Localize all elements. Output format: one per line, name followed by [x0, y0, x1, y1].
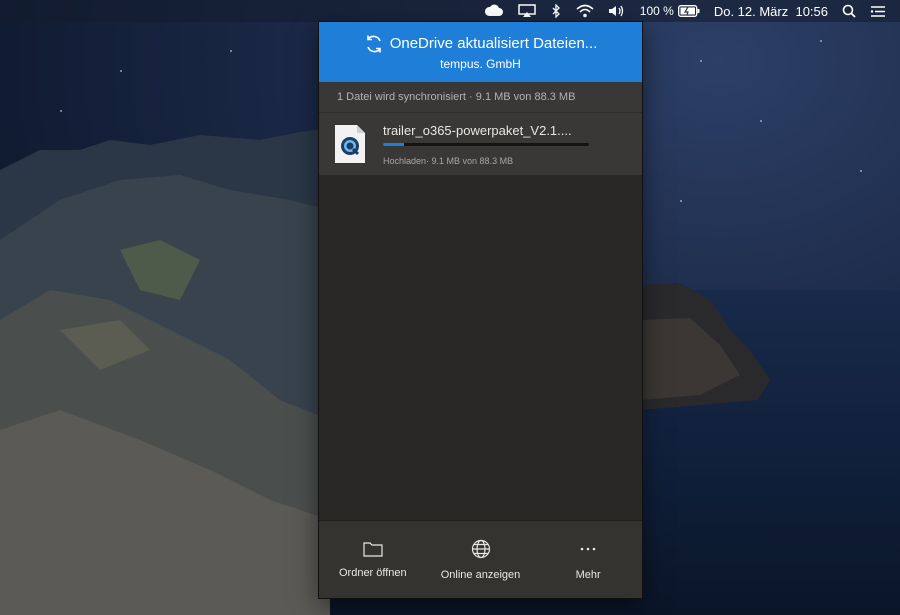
file-status: Hochladen· 9.1 MB von 88.3 MB [383, 156, 514, 166]
open-folder-label: Ordner öffnen [338, 566, 407, 579]
star [230, 50, 232, 52]
more-button[interactable]: Mehr [534, 521, 642, 598]
menu-bar: 100 % Do. 12. März 10:56 [0, 0, 900, 22]
star [120, 70, 122, 72]
open-folder-button[interactable]: Ordner öffnen [319, 521, 427, 598]
onedrive-activity-panel: OneDrive aktualisiert Dateien... tempus.… [319, 22, 642, 598]
sync-icon [366, 35, 381, 52]
desktop-mountain-right [640, 283, 770, 410]
file-name: trailer_o365-powerpaket_V2.1.... [383, 123, 572, 138]
battery-icon[interactable] [677, 5, 700, 17]
upload-progress-fill [383, 143, 405, 146]
star [860, 170, 862, 172]
sync-summary: 1 Datei wird synchronisiert · 9.1 MB von… [319, 82, 642, 112]
view-online-button[interactable]: Online anzeigen [427, 521, 535, 598]
more-dots-icon [580, 547, 596, 550]
star [700, 60, 702, 62]
wifi-icon[interactable] [576, 0, 594, 22]
search-icon[interactable] [842, 0, 856, 22]
folder-icon [363, 541, 383, 557]
bluetooth-icon[interactable] [550, 0, 562, 22]
view-online-label: Online anzeigen [440, 568, 521, 581]
file-list-item[interactable]: trailer_o365-powerpaket_V2.1.... Hochlad… [319, 112, 642, 175]
panel-footer: Ordner öffnen Online anzeigen Mehr [319, 520, 642, 598]
globe-icon [471, 539, 490, 558]
more-label: Mehr [575, 568, 601, 581]
upload-progress-bar [383, 143, 589, 146]
header-title: OneDrive aktualisiert Dateien... [389, 35, 598, 52]
battery-percentage: 100 % [639, 4, 674, 18]
star [60, 110, 62, 112]
star [820, 40, 822, 42]
onedrive-cloud-icon[interactable] [484, 0, 504, 22]
quicktime-file-icon [335, 125, 365, 163]
panel-header: OneDrive aktualisiert Dateien... tempus.… [319, 22, 642, 82]
header-subtitle: tempus. GmbH [440, 56, 521, 71]
activity-list-empty-area [319, 175, 642, 521]
control-center-icon[interactable] [870, 0, 886, 22]
clock[interactable]: Do. 12. März 10:56 [714, 0, 828, 22]
volume-icon[interactable] [608, 0, 626, 22]
airplay-icon[interactable] [518, 0, 536, 22]
star [680, 200, 682, 202]
desktop-mountain-left [0, 128, 330, 615]
star [760, 120, 762, 122]
